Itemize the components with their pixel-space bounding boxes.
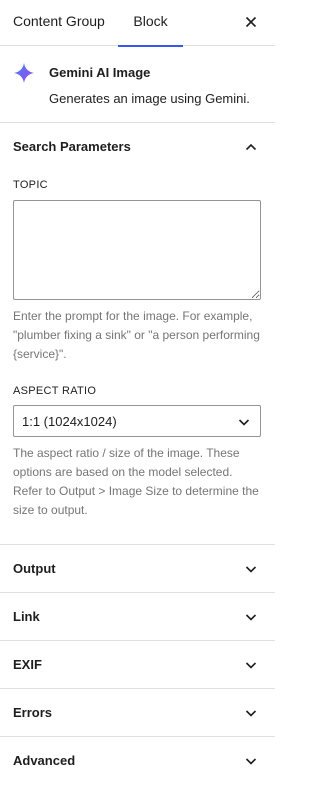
close-icon — [245, 16, 257, 28]
chevron-down-icon — [245, 614, 257, 621]
block-card: Gemini AI Image Generates an image using… — [0, 46, 275, 123]
chevron-up-icon — [245, 143, 257, 151]
topic-label: TOPIC — [13, 179, 48, 191]
aspect-ratio-select[interactable]: 1:1 (1024x1024) — [13, 405, 261, 437]
chevron-down-icon — [238, 419, 250, 426]
topic-help-text: Enter the prompt for the image. For exam… — [13, 309, 260, 361]
panel-title: Link — [13, 609, 40, 624]
panel-search-parameters-toggle[interactable]: Search Parameters — [0, 123, 275, 171]
aspect-ratio-label: ASPECT RATIO — [13, 385, 97, 397]
panel-title: Errors — [13, 705, 53, 720]
topic-input[interactable] — [13, 200, 261, 300]
block-title: Gemini AI Image — [49, 65, 151, 80]
close-button[interactable] — [239, 10, 263, 34]
panel-errors-toggle[interactable]: Errors — [0, 689, 275, 737]
tab-content-group[interactable]: Content Group — [13, 0, 105, 46]
panel-output-toggle[interactable]: Output — [0, 545, 275, 593]
panel-link-toggle[interactable]: Link — [0, 593, 275, 641]
panel-title: Output — [13, 561, 56, 576]
chevron-down-icon — [245, 566, 257, 573]
panel-title: EXIF — [13, 657, 42, 672]
block-description: Generates an image using Gemini. — [49, 91, 250, 106]
aspect-ratio-selected-value: 1:1 (1024x1024) — [22, 414, 117, 429]
tab-block[interactable]: Block — [118, 0, 183, 47]
sparkle-icon — [13, 62, 35, 84]
chevron-down-icon — [245, 758, 257, 765]
panel-exif-toggle[interactable]: EXIF — [0, 641, 275, 689]
panel-title: Advanced — [13, 753, 76, 768]
chevron-down-icon — [245, 710, 257, 717]
chevron-down-icon — [245, 662, 257, 669]
sidebar-tabs: Content Group Block — [0, 0, 275, 47]
panel-advanced-toggle[interactable]: Advanced — [0, 737, 275, 785]
panel-title: Search Parameters — [13, 139, 131, 154]
aspect-ratio-help-text: The aspect ratio / size of the image. Th… — [13, 446, 259, 517]
